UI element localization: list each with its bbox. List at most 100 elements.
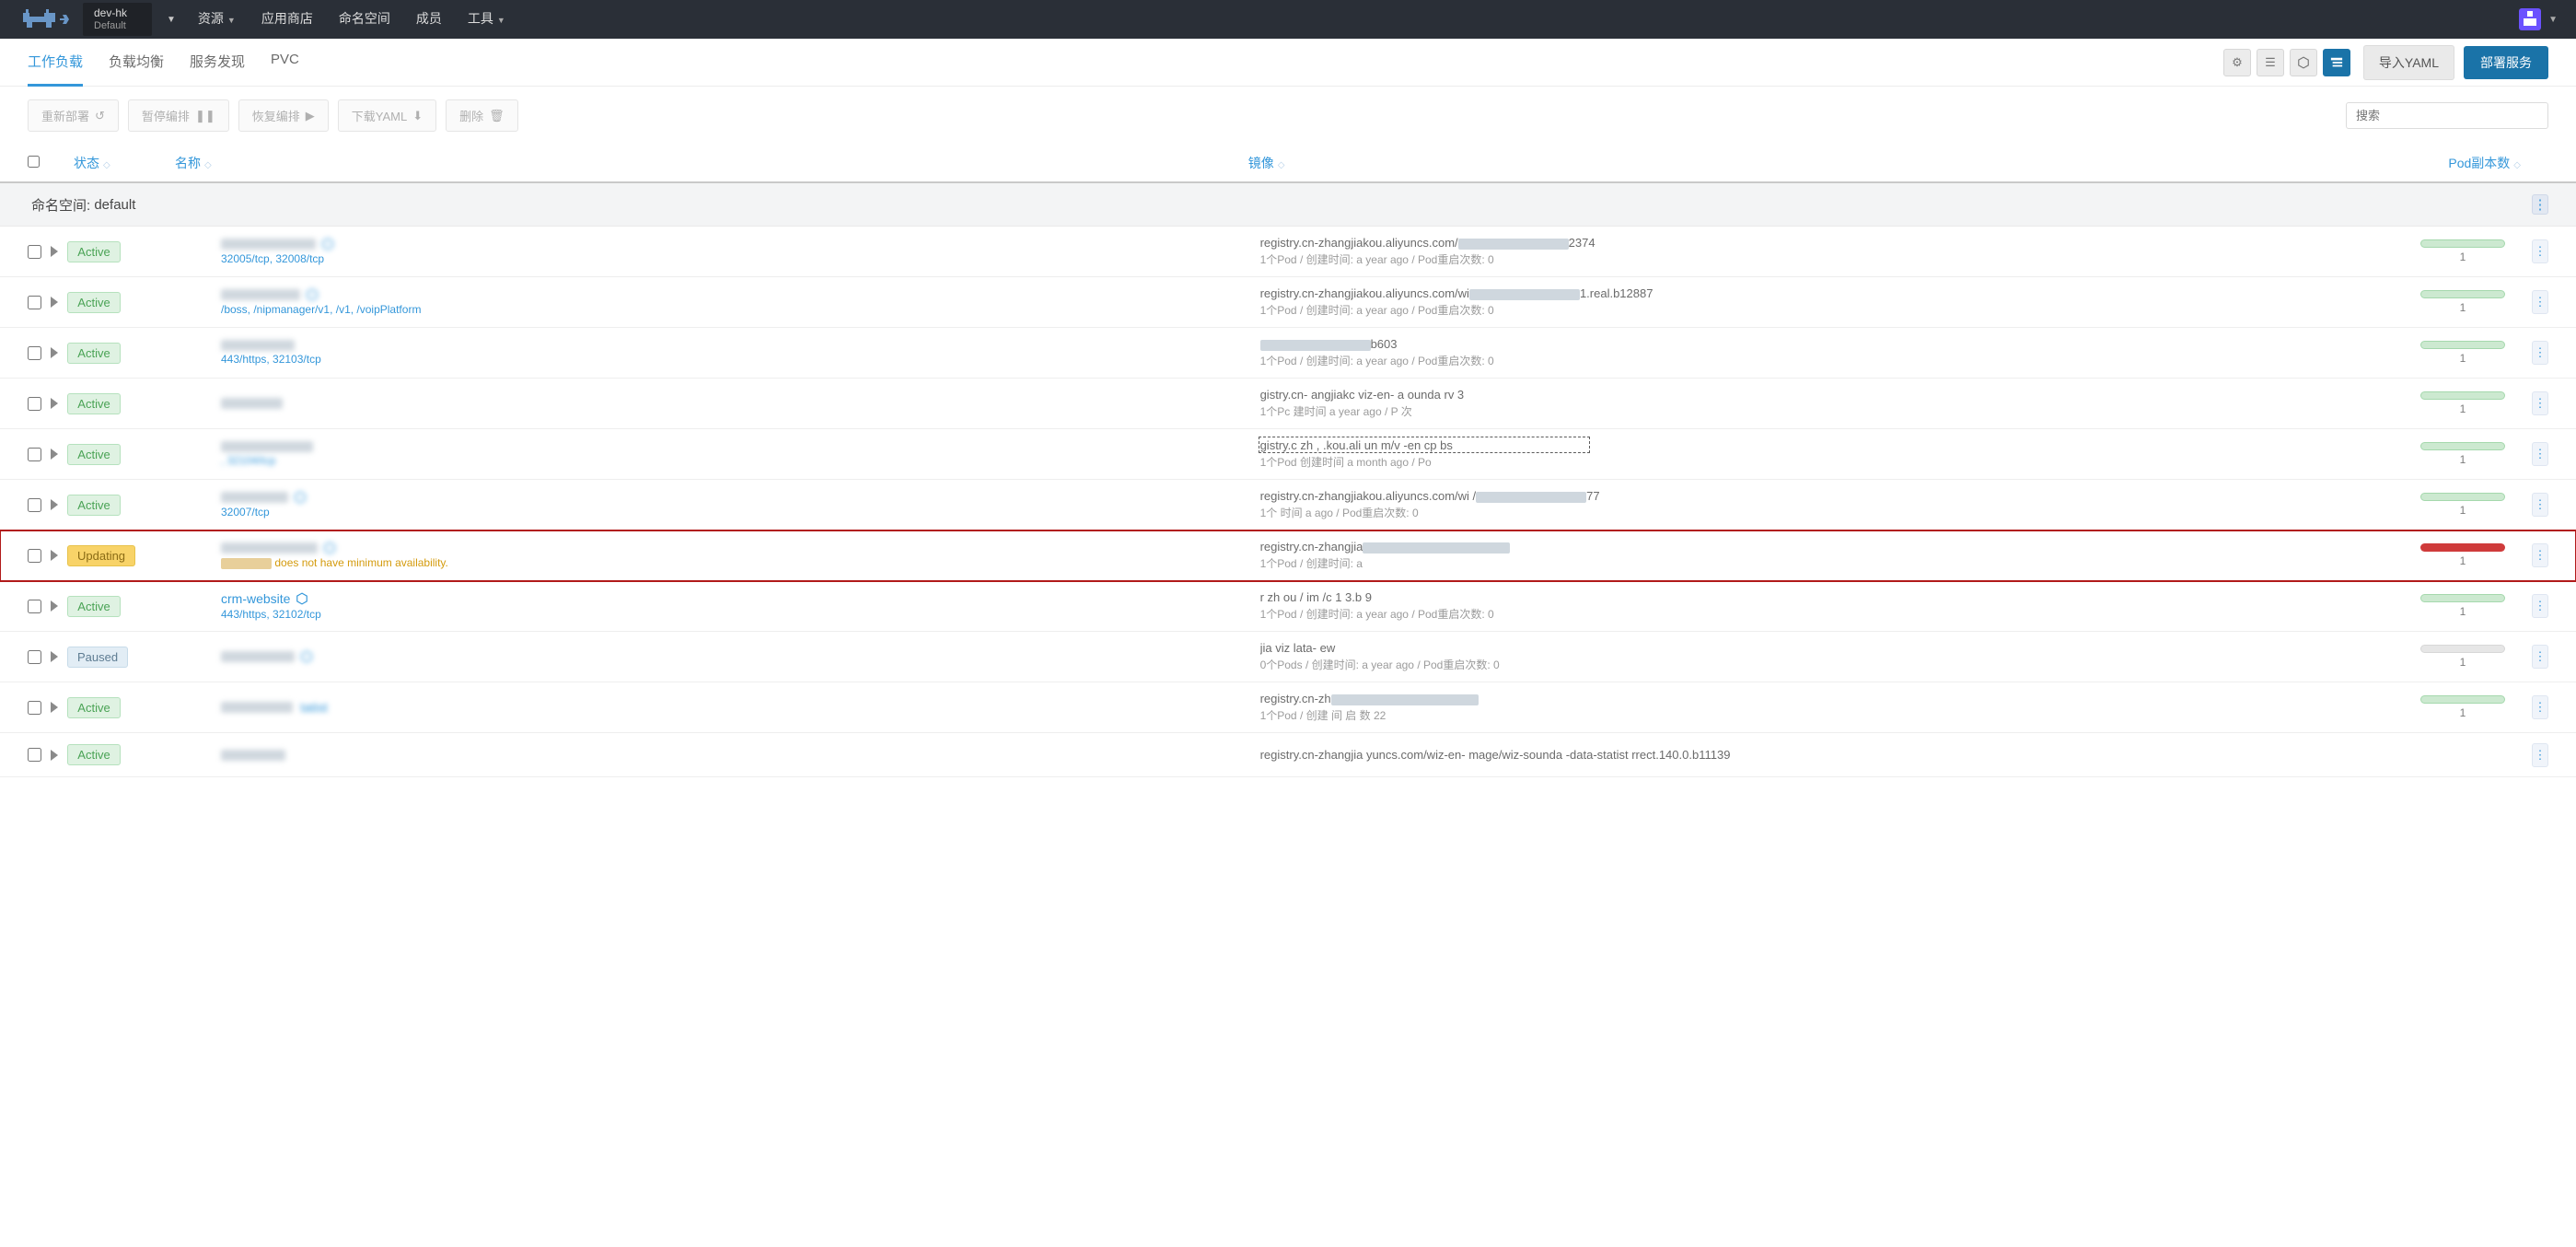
workload-name-link[interactable]: crm-website: [221, 591, 1260, 606]
expand-caret-icon[interactable]: [51, 550, 58, 561]
workload-ports[interactable]: 443/https, 32103/tcp: [221, 353, 1260, 366]
workload-ports[interactable]: 32007/tcp: [221, 506, 1260, 519]
expand-caret-icon[interactable]: [51, 449, 58, 460]
col-name[interactable]: 名称◇: [175, 154, 1248, 172]
row-checkbox[interactable]: [28, 346, 41, 360]
view-group-icon[interactable]: [2323, 49, 2350, 76]
table-row: Activeregistry.cn-zhangjia yuncs.com/wiz…: [0, 733, 2576, 777]
cluster-selector[interactable]: dev-hk Default: [83, 3, 152, 36]
row-menu-button[interactable]: ⋮: [2532, 493, 2548, 517]
nav-namespaces[interactable]: 命名空间: [326, 0, 403, 40]
row-checkbox[interactable]: [28, 549, 41, 563]
refresh-icon: ↺: [95, 109, 105, 123]
col-status[interactable]: 状态◇: [74, 154, 175, 172]
col-replicas[interactable]: Pod副本数◇: [2429, 154, 2548, 172]
expand-caret-icon[interactable]: [51, 702, 58, 713]
workload-name-link[interactable]: [221, 288, 1260, 301]
workload-ports[interactable]: 32005/tcp, 32008/tcp: [221, 252, 1260, 265]
group-icon: [2330, 56, 2343, 69]
image-cell: gistry.c zh , .kou.ali un m/v -en cp bs1…: [1260, 438, 2403, 470]
row-checkbox[interactable]: [28, 650, 41, 664]
deploy-service-button[interactable]: 部署服务: [2464, 46, 2548, 79]
import-yaml-button[interactable]: 导入YAML: [2363, 45, 2454, 80]
workload-name-link[interactable]: [221, 398, 1260, 409]
bulk-pause-button[interactable]: 暂停编排 ❚❚: [128, 99, 229, 132]
select-all-checkbox[interactable]: [28, 156, 40, 168]
table-row: Activegistry.cn- angjiakc viz-en- a ound…: [0, 379, 2576, 429]
product-logo[interactable]: [18, 6, 74, 33]
row-menu-button[interactable]: ⋮: [2532, 695, 2548, 719]
nav-catalog[interactable]: 应用商店: [249, 0, 326, 40]
row-checkbox[interactable]: [28, 748, 41, 762]
expand-caret-icon[interactable]: [51, 347, 58, 358]
view-list-icon[interactable]: ☰: [2257, 49, 2284, 76]
workload-name-link[interactable]: [221, 542, 1260, 554]
expand-caret-icon[interactable]: [51, 297, 58, 308]
user-menu[interactable]: ▼: [2519, 8, 2558, 30]
image-name: gistry.c zh , .kou.ali un m/v -en cp bs: [1260, 438, 2403, 452]
nav-resources[interactable]: 资源▼: [185, 0, 249, 40]
image-cell: registry.cn-zhangjiakou.aliyuncs.com/237…: [1260, 236, 2403, 267]
workload-ports[interactable]: 443/https, 32102/tcp: [221, 608, 1260, 621]
row-menu-button[interactable]: ⋮: [2532, 743, 2548, 767]
replica-count: 1: [2460, 554, 2466, 567]
row-checkbox[interactable]: [28, 498, 41, 512]
tab-servicediscovery[interactable]: 服务发现: [190, 39, 245, 87]
status-badge: Active: [67, 393, 121, 414]
row-menu-button[interactable]: ⋮: [2532, 645, 2548, 669]
image-name: jia viz lata- ew: [1260, 641, 2403, 655]
expand-caret-icon[interactable]: [51, 499, 58, 510]
expand-caret-icon[interactable]: [51, 398, 58, 409]
workload-name-link[interactable]: [221, 441, 1260, 452]
replica-count: 1: [2460, 504, 2466, 517]
row-menu-button[interactable]: ⋮: [2532, 594, 2548, 618]
workload-name-link[interactable]: [221, 650, 1260, 663]
row-checkbox[interactable]: [28, 448, 41, 461]
row-menu-button[interactable]: ⋮: [2532, 290, 2548, 314]
caret-down-icon: ▼: [497, 16, 505, 25]
row-checkbox[interactable]: [28, 397, 41, 411]
tab-pvc[interactable]: PVC: [271, 39, 299, 87]
row-menu-button[interactable]: ⋮: [2532, 543, 2548, 567]
replica-cell: 1: [2403, 493, 2523, 517]
bulk-delete-button[interactable]: 删除 🗑: [446, 99, 518, 132]
row-menu-button[interactable]: ⋮: [2532, 341, 2548, 365]
replica-bar: [2420, 645, 2505, 653]
cluster-caret-icon[interactable]: ▼: [157, 15, 185, 25]
row-menu-button[interactable]: ⋮: [2532, 391, 2548, 415]
workload-name-link[interactable]: [221, 238, 1260, 251]
workload-name-link[interactable]: tatist: [221, 700, 1260, 715]
row-menu-button[interactable]: ⋮: [2532, 239, 2548, 263]
namespace-menu-button[interactable]: ⋮: [2532, 194, 2548, 215]
workload-ports[interactable]: , 32104/tcp: [221, 454, 1260, 467]
row-checkbox[interactable]: [28, 701, 41, 715]
row-checkbox[interactable]: [28, 296, 41, 309]
expand-caret-icon[interactable]: [51, 246, 58, 257]
table-row: Active, 32104/tcpgistry.c zh , .kou.ali …: [0, 429, 2576, 480]
row-checkbox[interactable]: [28, 600, 41, 613]
workload-ports[interactable]: /boss, /nipmanager/v1, /v1, /voipPlatfor…: [221, 303, 1260, 316]
workload-name-cell: /boss, /nipmanager/v1, /v1, /voipPlatfor…: [175, 288, 1260, 316]
pod-info: 1个Pod / 创建时间: a year ago / Pod重启次数: 0: [1260, 302, 2403, 318]
row-checkbox[interactable]: [28, 245, 41, 259]
endpoint-icon: [321, 238, 334, 251]
nav-members[interactable]: 成员: [403, 0, 455, 40]
workload-name-link[interactable]: [221, 340, 1260, 351]
nav-tools[interactable]: 工具▼: [455, 0, 518, 40]
bulk-resume-button[interactable]: 恢复编排 ▶: [238, 99, 329, 132]
expand-caret-icon[interactable]: [51, 750, 58, 761]
view-namespace-icon[interactable]: [2290, 49, 2317, 76]
tab-workloads[interactable]: 工作负载: [28, 39, 83, 87]
col-image[interactable]: 镜像◇: [1248, 154, 2429, 172]
view-settings-icon[interactable]: ⚙: [2223, 49, 2251, 76]
bulk-redeploy-button[interactable]: 重新部署 ↺: [28, 99, 119, 132]
row-menu-button[interactable]: ⋮: [2532, 442, 2548, 466]
expand-caret-icon[interactable]: [51, 651, 58, 662]
expand-caret-icon[interactable]: [51, 600, 58, 612]
workload-name-link[interactable]: [221, 750, 1260, 761]
bulk-download-yaml-button[interactable]: 下载YAML ⬇: [338, 99, 436, 132]
image-name: registry.cn-zhangjia yuncs.com/wiz-en- m…: [1260, 748, 2403, 762]
tab-loadbalancing[interactable]: 负载均衡: [109, 39, 164, 87]
search-input[interactable]: [2346, 102, 2548, 129]
workload-name-link[interactable]: [221, 491, 1260, 504]
